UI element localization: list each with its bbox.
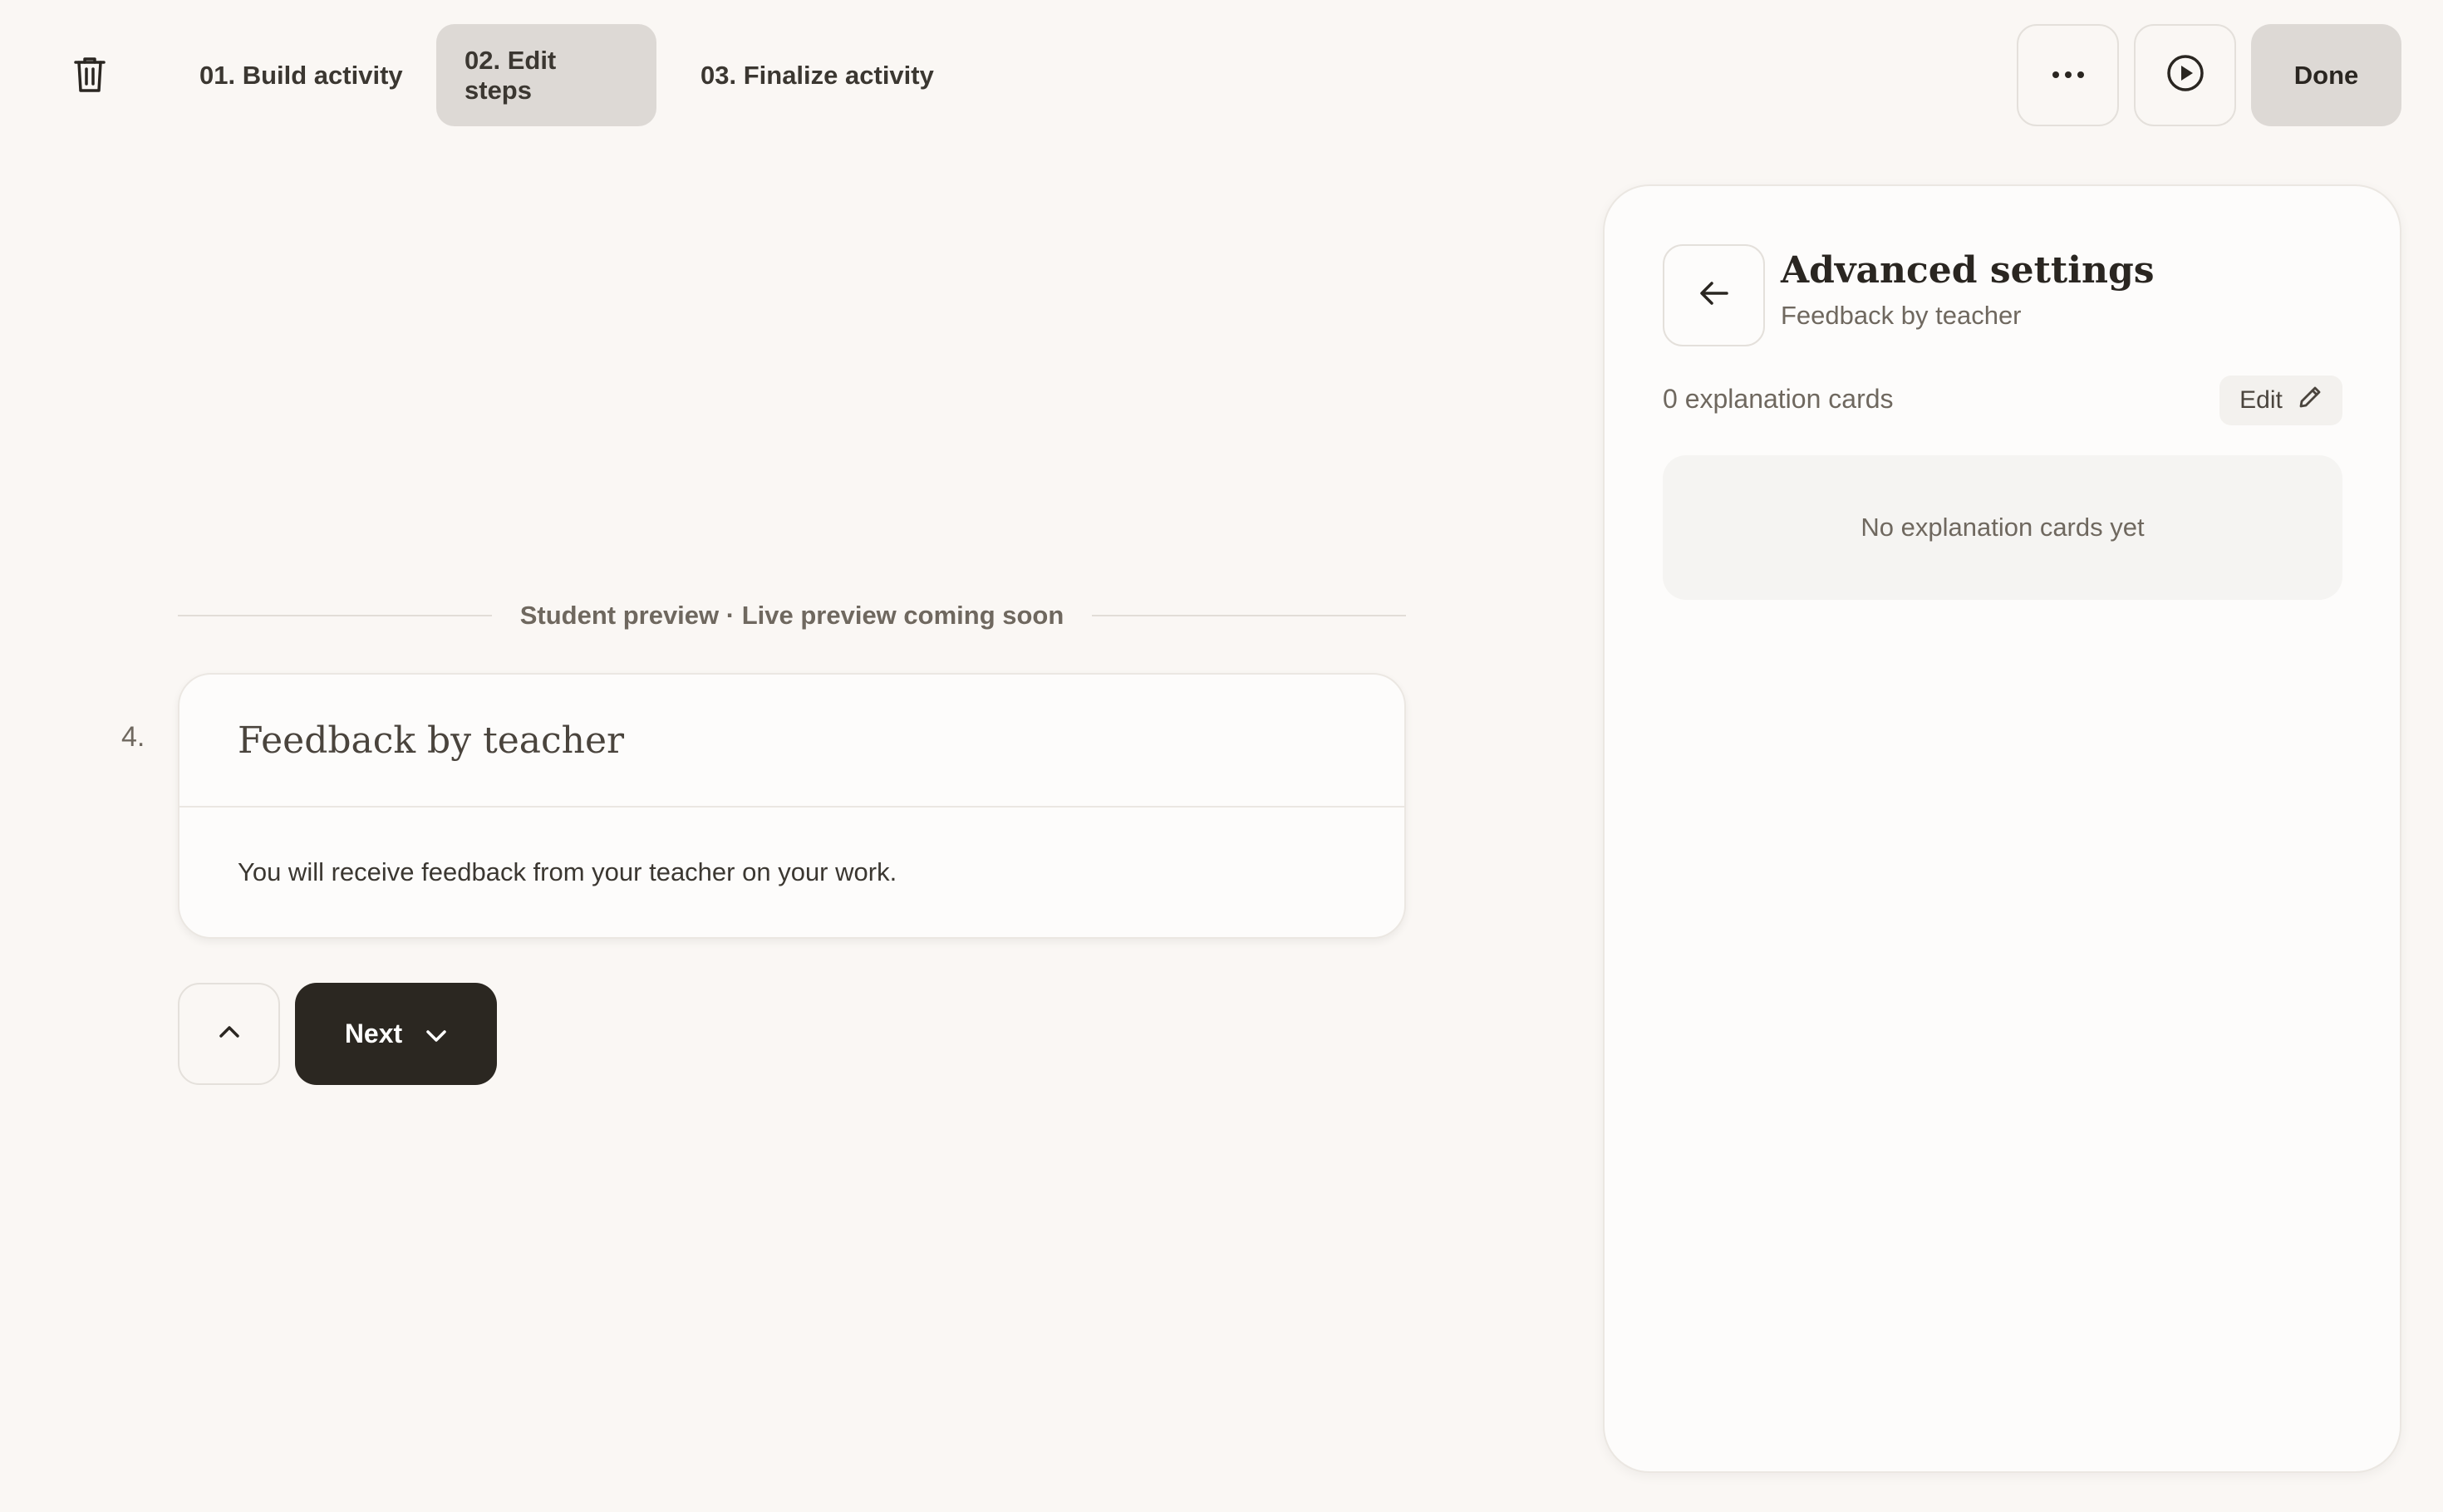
arrow-left-icon <box>1699 281 1729 310</box>
step-card-body: You will receive feedback from your teac… <box>238 857 897 886</box>
tab-build-activity[interactable]: 01. Build activity <box>171 24 431 126</box>
step-card: Feedback by teacher You will receive fee… <box>178 673 1406 939</box>
panel-title: Advanced settings <box>1781 249 2155 292</box>
tab-finalize-activity[interactable]: 03. Finalize activity <box>672 24 962 126</box>
edit-label: Edit <box>2239 386 2283 414</box>
top-bar: 01. Build activity 02. Edit steps 03. Fi… <box>0 0 2443 150</box>
divider-line-right <box>1092 615 1407 616</box>
trash-icon <box>73 56 106 97</box>
next-label: Next <box>344 1019 403 1048</box>
play-preview-button[interactable] <box>2134 24 2236 126</box>
next-button[interactable]: Next <box>295 983 497 1085</box>
empty-state: No explanation cards yet <box>1663 455 2342 600</box>
step-card-title: Feedback by teacher <box>179 675 1404 808</box>
more-horizontal-icon <box>2052 68 2085 83</box>
explanation-cards-count: 0 explanation cards <box>1663 384 1894 414</box>
tab-edit-steps[interactable]: 02. Edit steps <box>436 24 656 126</box>
step-number: 4. <box>121 721 145 753</box>
divider-line-left <box>178 615 492 616</box>
empty-state-message: No explanation cards yet <box>1861 513 2145 542</box>
more-options-button[interactable] <box>2017 24 2119 126</box>
preview-divider: Student preview · Live preview coming so… <box>178 596 1407 635</box>
play-circle-icon <box>2166 54 2205 96</box>
back-button[interactable] <box>1663 244 1765 346</box>
previous-step-button[interactable] <box>178 983 280 1085</box>
advanced-settings-panel: Advanced settings Feedback by teacher 0 … <box>1603 184 2401 1473</box>
panel-subtitle: Feedback by teacher <box>1781 301 2022 330</box>
pencil-icon <box>2298 385 2323 416</box>
chevron-down-icon <box>425 1019 447 1049</box>
done-button[interactable]: Done <box>2251 24 2401 126</box>
delete-button[interactable] <box>60 47 120 106</box>
chevron-up-icon <box>219 1025 240 1043</box>
preview-label: Student preview · Live preview coming so… <box>519 601 1064 630</box>
edit-explanation-cards-button[interactable]: Edit <box>2219 376 2342 425</box>
